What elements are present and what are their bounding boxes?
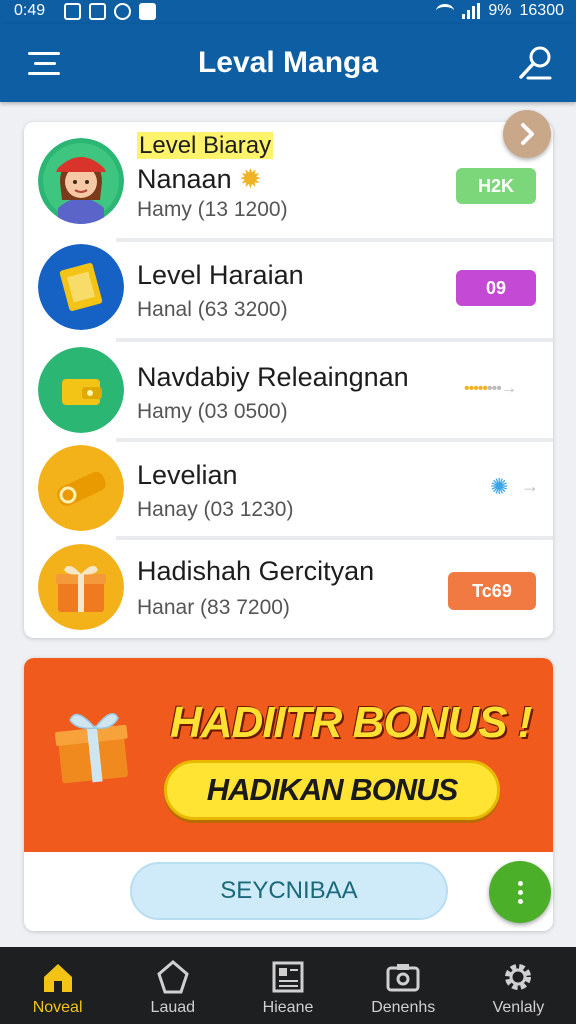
notification-icons — [64, 3, 156, 20]
item-title: Level Haraian — [137, 260, 304, 290]
nav-label: Lauad — [150, 999, 196, 1016]
nav-item-venlaly[interactable]: Venlaly — [461, 947, 576, 1024]
item-tag: Level Biaray — [137, 132, 274, 159]
pentagon-icon — [157, 960, 189, 994]
nav-item-hieane[interactable]: Hieane — [230, 947, 345, 1024]
nav-label: Venlaly — [492, 999, 545, 1016]
bonus-title: HADIITR BONUS ! — [170, 698, 532, 747]
nav-item-noveal[interactable]: Noveal — [0, 947, 115, 1024]
status-clock: 16300 — [519, 2, 565, 19]
item-title: Levelian — [137, 460, 238, 490]
more-options-button[interactable] — [489, 861, 551, 923]
list-item[interactable]: Navdabiy Releaingnan Hamy (03 0500) ••••… — [24, 342, 553, 442]
ticket-icon — [38, 244, 124, 330]
list-item[interactable]: Levelian Hanay (03 1230) ✺ → — [24, 442, 553, 540]
bottom-nav: Noveal Lauad Hieane Denenhs Venlaly — [0, 947, 576, 1024]
page-title: Leval Manga — [197, 46, 379, 79]
nav-item-denenhs[interactable]: Denenhs — [346, 947, 461, 1024]
search-icon[interactable] — [516, 44, 554, 82]
system-icons: 9% 16300 — [436, 2, 564, 20]
item-subtitle: Hanal (63 3200) — [137, 298, 288, 321]
item-subtitle: Hamy (13 1200) — [137, 198, 288, 221]
nav-label: Denenhs — [371, 999, 436, 1016]
chevron-right-icon[interactable]: → — [521, 476, 539, 497]
home-icon — [43, 964, 72, 992]
nav-label: Noveal — [32, 999, 83, 1016]
sync-notification-icon — [114, 3, 131, 20]
secondary-button[interactable]: SEYCNIBAA — [130, 862, 448, 920]
girl-avatar-icon — [38, 138, 124, 224]
chevron-right-icon — [521, 123, 534, 145]
bonus-banner: HADIITR BONUS ! HADIKAN BONUS — [24, 658, 553, 852]
item-badge: H2K — [456, 168, 536, 204]
claim-bonus-button[interactable]: HADIKAN BONUS — [164, 760, 500, 820]
item-title: Hadishah Gercityan — [137, 556, 375, 586]
list-item[interactable]: Level Biaray Nanaan ✹ Hamy (13 1200) H2K — [24, 122, 553, 242]
coin-icon — [38, 445, 124, 531]
level-list: Level Biaray Nanaan ✹ Hamy (13 1200) H2K… — [24, 122, 553, 638]
item-badge: 09 — [456, 270, 536, 306]
gallery-notification-icon — [64, 3, 81, 20]
wallet-icon — [38, 347, 124, 433]
status-bar: 0:49 9% 16300 — [0, 0, 576, 24]
battery-level: 9% — [488, 2, 512, 19]
next-button[interactable] — [503, 110, 551, 158]
news-icon — [272, 961, 304, 993]
signal-icon — [462, 3, 481, 19]
item-subtitle: Hanar (83 7200) — [137, 596, 290, 619]
item-subtitle: Hamy (03 0500) — [137, 400, 288, 423]
gift-icon — [38, 544, 124, 630]
nav-item-lauad[interactable]: Lauad — [115, 947, 230, 1024]
gear-icon — [505, 964, 532, 990]
nav-label: Hieane — [262, 999, 314, 1016]
image-notification-icon — [89, 3, 106, 20]
list-item[interactable]: Level Haraian Hanal (63 3200) 09 — [24, 242, 553, 342]
progress-dots-icon: ••••••••→ — [464, 380, 517, 397]
gear-icon: ✺ — [490, 474, 509, 499]
app-bar: Leval Manga — [0, 24, 576, 102]
list-item[interactable]: Hadishah Gercityan Hanar (83 7200) Tc69 — [24, 540, 553, 638]
wifi-icon — [436, 4, 455, 18]
item-title: Navdabiy Releaingnan — [137, 362, 409, 392]
status-time: 0:49 — [14, 2, 46, 19]
item-badge: Tc69 — [448, 572, 536, 610]
bonus-card: HADIITR BONUS ! HADIKAN BONUS SEYCNIBAA — [24, 658, 553, 931]
item-title: Nanaan ✹ — [137, 164, 262, 194]
gift-box-icon — [54, 713, 128, 784]
sun-icon: ✹ — [239, 164, 262, 194]
app-notification-icon — [139, 3, 156, 20]
camera-icon — [386, 964, 420, 992]
item-subtitle: Hanay (03 1230) — [137, 498, 294, 521]
